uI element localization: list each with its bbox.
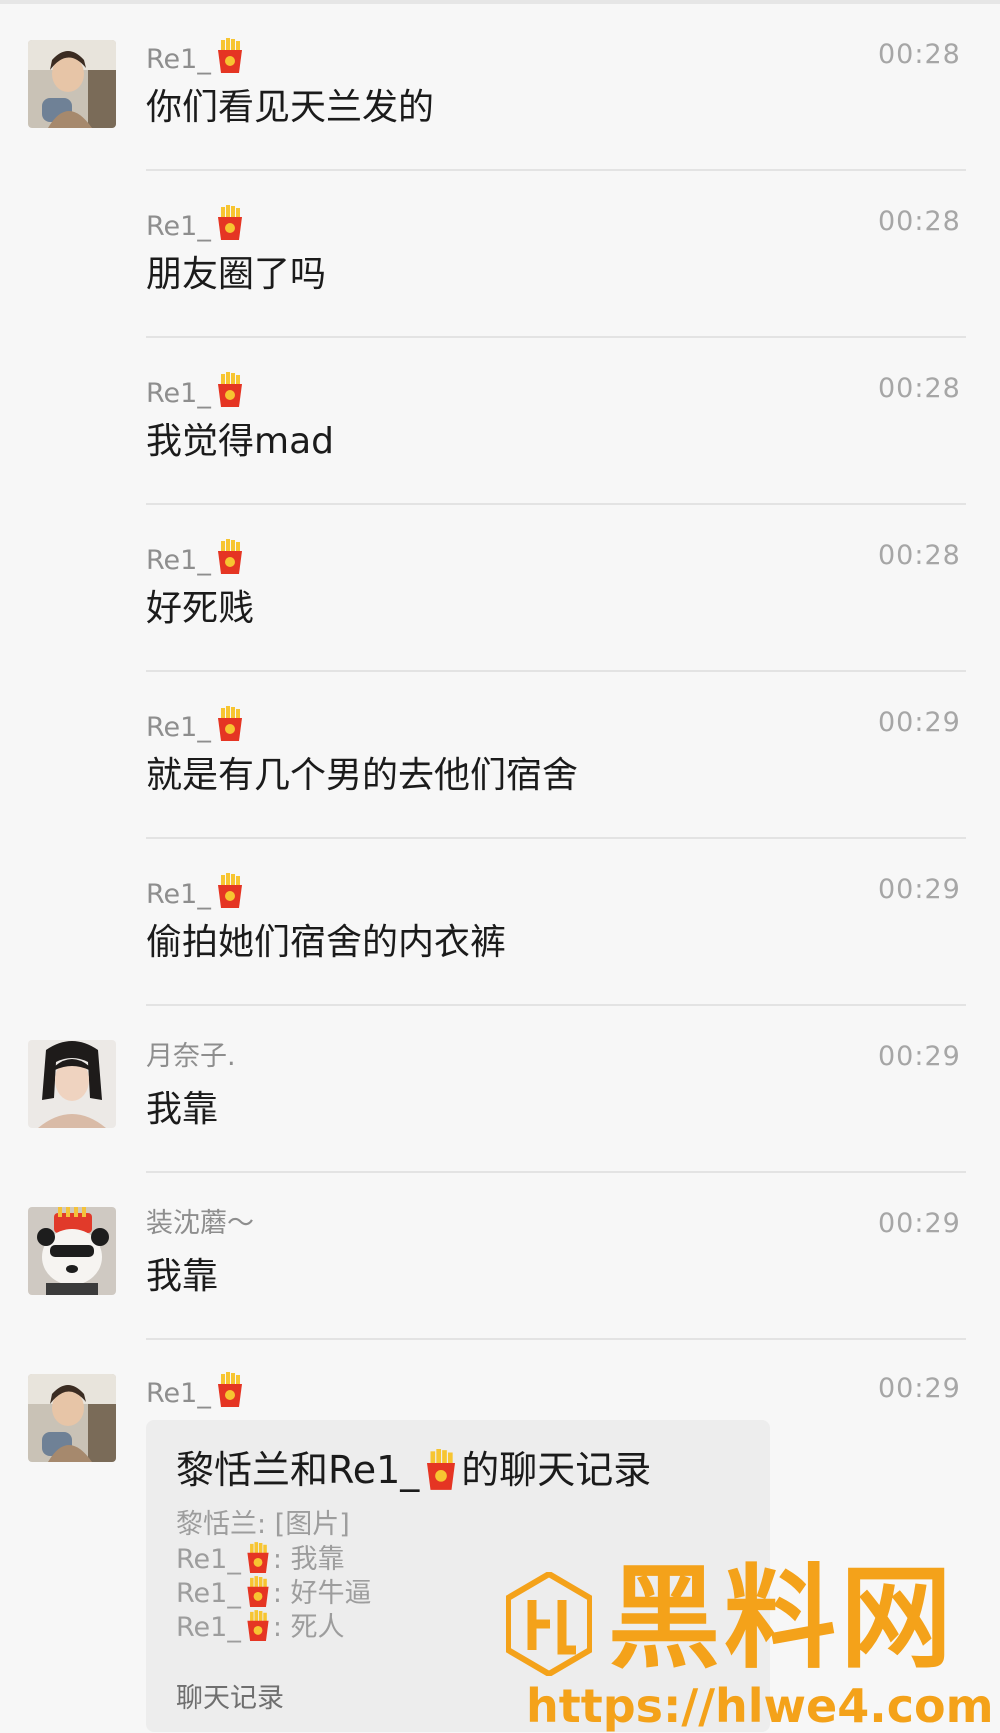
divider	[146, 1171, 966, 1173]
message-text[interactable]: 偷拍她们宿舍的内衣裤	[146, 921, 506, 965]
fries-icon	[213, 1372, 247, 1408]
chat-record-title: 黎恬兰和Re1_ 的聊天记录	[176, 1448, 652, 1492]
message-time: 00:28	[878, 39, 961, 70]
fries-icon	[243, 1542, 273, 1574]
divider	[146, 336, 966, 338]
chat-record-line: Re1_: 我靠	[176, 1542, 345, 1575]
sender-name: Re1_	[146, 1372, 247, 1411]
fries-icon	[243, 1610, 273, 1642]
message-text[interactable]: 好死贱	[146, 587, 254, 631]
chat-record-line: Re1_: 好牛逼	[176, 1576, 372, 1609]
sender-name: Re1_	[146, 873, 247, 912]
message-time: 00:29	[878, 1208, 961, 1239]
message-text[interactable]: 我觉得mad	[146, 420, 334, 464]
sender-name: Re1_	[146, 372, 247, 411]
fries-icon	[243, 1576, 273, 1608]
top-edge	[0, 0, 1000, 4]
avatar-photo-girl-icon	[28, 1374, 116, 1462]
sender-name: 月奈子.	[146, 1041, 236, 1072]
sender-name: Re1_	[146, 205, 247, 244]
sender-name: Re1_	[146, 38, 247, 77]
message-time: 00:29	[878, 1373, 961, 1404]
avatar[interactable]	[28, 1040, 116, 1128]
sender-name: Re1_	[146, 539, 247, 578]
message-text[interactable]: 朋友圈了吗	[146, 253, 326, 297]
chat-record-line: 黎恬兰: [图片]	[176, 1509, 350, 1540]
divider	[146, 503, 966, 505]
message-text[interactable]: 我靠	[146, 1088, 218, 1132]
message-time: 00:29	[878, 707, 961, 738]
divider	[146, 837, 966, 839]
fries-icon	[213, 38, 247, 74]
message-text[interactable]: 就是有几个男的去他们宿舍	[146, 754, 578, 798]
message-time: 00:28	[878, 373, 961, 404]
divider	[146, 1338, 966, 1340]
fries-icon	[213, 706, 247, 742]
avatar[interactable]	[28, 1374, 116, 1462]
message-text[interactable]: 你们看见天兰发的	[146, 86, 434, 130]
fries-icon	[213, 873, 247, 909]
message-time: 00:28	[878, 540, 961, 571]
fries-icon	[213, 205, 247, 241]
chat-record-footer: 聊天记录	[176, 1683, 284, 1714]
message-time: 00:28	[878, 206, 961, 237]
message-time: 00:29	[878, 1041, 961, 1072]
divider	[146, 670, 966, 672]
message-text[interactable]: 我靠	[146, 1255, 218, 1299]
message-time: 00:29	[878, 874, 961, 905]
divider	[146, 169, 966, 171]
sender-name: Re1_	[146, 706, 247, 745]
divider	[146, 1004, 966, 1006]
avatar-photo-girl-icon	[28, 40, 116, 128]
avatar-panda-sunglasses-icon	[28, 1207, 116, 1295]
fries-icon	[421, 1449, 461, 1491]
avatar[interactable]	[28, 1207, 116, 1295]
avatar-photo-girl-2-icon	[28, 1040, 116, 1128]
sender-name: 装沈蘑～	[146, 1208, 254, 1239]
avatar[interactable]	[28, 40, 116, 128]
fries-icon	[213, 372, 247, 408]
fries-icon	[213, 539, 247, 575]
chat-record-card[interactable]: 黎恬兰和Re1_ 的聊天记录 黎恬兰: [图片] Re1_: 我靠 Re1_: 好…	[146, 1420, 770, 1732]
chat-record-line: Re1_: 死人	[176, 1610, 345, 1643]
